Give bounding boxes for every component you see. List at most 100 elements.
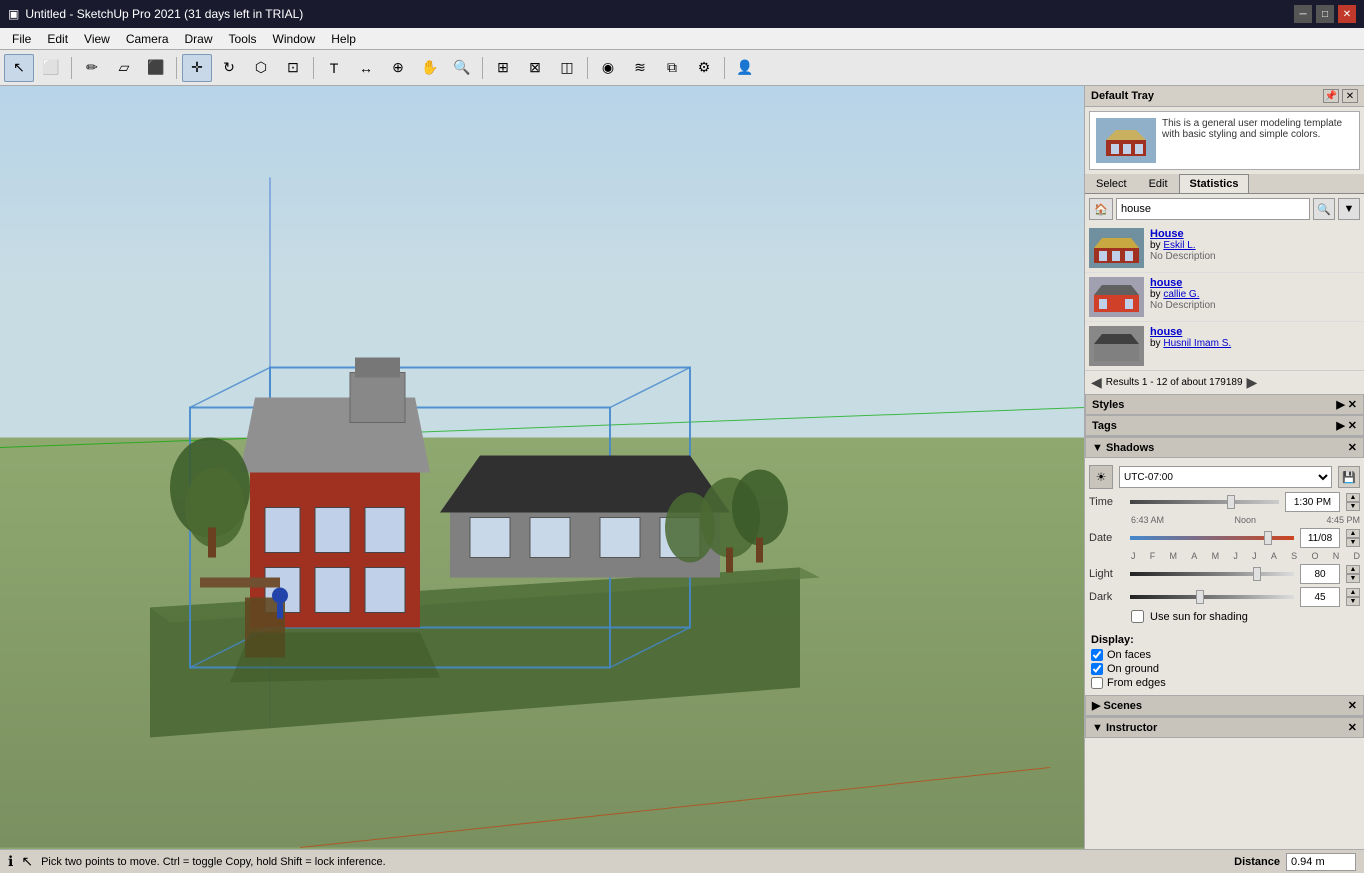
tags-close[interactable]: ✕ [1348, 419, 1357, 432]
pan-tool-button[interactable]: ✋ [415, 54, 445, 82]
menu-help[interactable]: Help [323, 30, 364, 48]
tray-pin-button[interactable]: 📌 [1323, 89, 1339, 103]
tags-controls: ▶ ✕ [1336, 419, 1357, 432]
tray-controls[interactable]: 📌 ✕ [1323, 89, 1358, 103]
component-browser-button[interactable]: ⊠ [520, 54, 550, 82]
dark-slider[interactable] [1130, 595, 1294, 599]
account-button[interactable]: 👤 [730, 54, 760, 82]
component-title-3[interactable]: house [1150, 326, 1231, 338]
section-plane-button[interactable]: ⊞ [488, 54, 518, 82]
tray-close-button[interactable]: ✕ [1342, 89, 1358, 103]
move-tool-button[interactable]: ✛ [182, 54, 212, 82]
scale-tool-button[interactable]: ⬡ [246, 54, 276, 82]
time-slider[interactable] [1130, 500, 1279, 504]
pagination-text: Results 1 - 12 of about 179189 [1106, 377, 1243, 388]
minimize-button[interactable]: ─ [1294, 5, 1312, 23]
offset-tool-button[interactable]: ⊡ [278, 54, 308, 82]
menu-camera[interactable]: Camera [118, 30, 177, 48]
from-edges-checkbox[interactable] [1091, 677, 1103, 689]
prev-page-button[interactable]: ◀ [1091, 374, 1102, 391]
viewport[interactable] [0, 86, 1084, 849]
time-slider-thumb[interactable] [1227, 495, 1235, 509]
toolbar-separator-3 [313, 57, 314, 79]
next-page-button[interactable]: ▶ [1247, 374, 1258, 391]
date-spin-down[interactable]: ▼ [1346, 538, 1360, 547]
zoom-tool-button[interactable]: 🔍 [447, 54, 477, 82]
info-box: This is a general user modeling template… [1089, 111, 1360, 170]
date-input[interactable] [1300, 528, 1340, 548]
distance-input[interactable] [1286, 853, 1356, 871]
time-spin-up[interactable]: ▲ [1346, 493, 1360, 502]
component-title-1[interactable]: House [1150, 228, 1216, 240]
push-pull-tool-button[interactable]: ⬛ [141, 54, 171, 82]
tab-statistics[interactable]: Statistics [1179, 174, 1250, 193]
shapes-tool-button[interactable]: ▱ [109, 54, 139, 82]
maximize-button[interactable]: □ [1316, 5, 1334, 23]
search-button[interactable]: 🔍 [1313, 198, 1335, 220]
default-tray-header: Default Tray 📌 ✕ [1085, 86, 1364, 107]
time-spin-down[interactable]: ▼ [1346, 502, 1360, 511]
menu-window[interactable]: Window [265, 30, 324, 48]
tab-select[interactable]: Select [1085, 174, 1138, 193]
date-slider[interactable] [1130, 536, 1294, 540]
menu-view[interactable]: View [76, 30, 118, 48]
fog-button[interactable]: ≋ [625, 54, 655, 82]
light-slider[interactable] [1130, 572, 1294, 576]
component-thumb-1 [1089, 228, 1144, 268]
time-input[interactable] [1285, 492, 1340, 512]
tags-section-header[interactable]: Tags ▶ ✕ [1085, 415, 1364, 436]
shadows-section-header[interactable]: ▼ Shadows ✕ [1085, 436, 1364, 458]
timezone-select[interactable]: UTC-07:00 [1119, 466, 1332, 488]
shadow-display-button[interactable]: ◉ [593, 54, 623, 82]
menu-edit[interactable]: Edit [39, 30, 76, 48]
component-title-2[interactable]: house [1150, 277, 1216, 289]
home-search-button[interactable]: 🏠 [1089, 198, 1113, 220]
menu-tools[interactable]: Tools [221, 30, 265, 48]
on-faces-checkbox[interactable] [1091, 649, 1103, 661]
component-item-1[interactable]: House by Eskil L. No Description [1085, 224, 1364, 273]
close-button[interactable]: ✕ [1338, 5, 1356, 23]
on-ground-checkbox[interactable] [1091, 663, 1103, 675]
dark-input[interactable] [1300, 587, 1340, 607]
component-item-3[interactable]: house by Husnil Imam S. [1085, 322, 1364, 370]
use-sun-checkbox[interactable] [1131, 610, 1144, 623]
pencil-tool-button[interactable]: ✏ [77, 54, 107, 82]
instructor-close-button[interactable]: ✕ [1348, 721, 1357, 734]
scenes-close-button[interactable]: ✕ [1348, 699, 1357, 712]
use-sun-label: Use sun for shading [1150, 611, 1248, 623]
light-spin-down[interactable]: ▼ [1346, 574, 1360, 583]
dark-slider-thumb[interactable] [1196, 590, 1204, 604]
menu-file[interactable]: File [4, 30, 39, 48]
rotate-tool-button[interactable]: ↻ [214, 54, 244, 82]
titlebar-controls[interactable]: ─ □ ✕ [1294, 5, 1356, 23]
component-search-input[interactable] [1116, 198, 1310, 220]
dimension-tool-button[interactable]: ↔ [351, 54, 381, 82]
search-options-button[interactable]: ▼ [1338, 198, 1360, 220]
menu-draw[interactable]: Draw [177, 30, 221, 48]
date-spin-up[interactable]: ▲ [1346, 529, 1360, 538]
date-slider-thumb[interactable] [1264, 531, 1272, 545]
shadows-close-button[interactable]: ✕ [1348, 441, 1357, 454]
layer-button[interactable]: ⧉ [657, 54, 687, 82]
extension-button[interactable]: ⚙ [689, 54, 719, 82]
tab-edit[interactable]: Edit [1138, 174, 1179, 193]
text-tool-button[interactable]: T [319, 54, 349, 82]
select-tool-button[interactable]: ↖ [4, 54, 34, 82]
light-input[interactable] [1300, 564, 1340, 584]
component-thumb-2 [1089, 277, 1144, 317]
component-info-2: house by callie G. No Description [1150, 277, 1216, 311]
scenes-section-header[interactable]: ▶ Scenes ✕ [1085, 695, 1364, 716]
instructor-section-header[interactable]: ▼ Instructor ✕ [1085, 716, 1364, 738]
component-item-2[interactable]: house by callie G. No Description [1085, 273, 1364, 322]
material-browser-button[interactable]: ◫ [552, 54, 582, 82]
dark-spin-down[interactable]: ▼ [1346, 597, 1360, 606]
dark-spin-up[interactable]: ▲ [1346, 588, 1360, 597]
shadow-toggle-icon[interactable]: ☀ [1089, 465, 1113, 489]
light-spin-up[interactable]: ▲ [1346, 565, 1360, 574]
styles-section-header[interactable]: Styles ▶ ✕ [1085, 394, 1364, 415]
orbit-tool-button[interactable]: ⊕ [383, 54, 413, 82]
light-slider-thumb[interactable] [1253, 567, 1261, 581]
shadows-save-button[interactable]: 💾 [1338, 466, 1360, 488]
styles-close[interactable]: ✕ [1348, 398, 1357, 411]
eraser-tool-button[interactable]: ⬜ [36, 54, 66, 82]
